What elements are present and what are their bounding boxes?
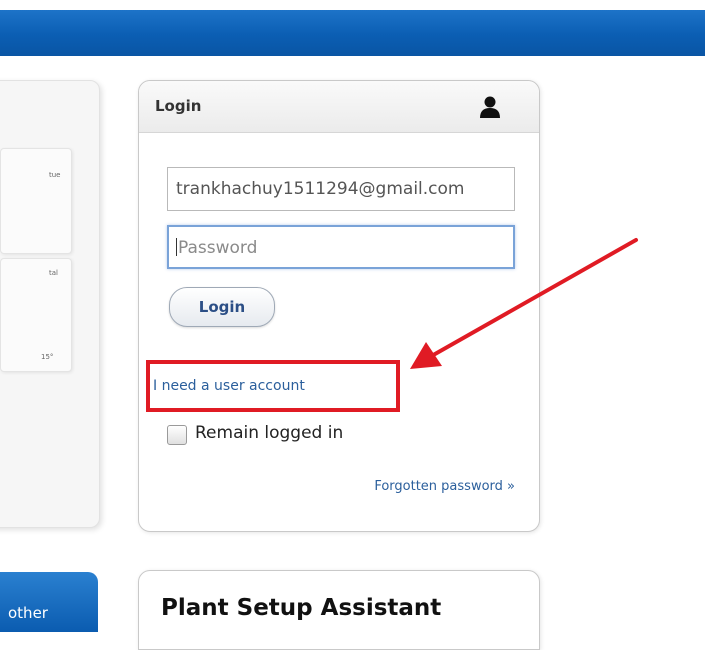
remain-logged-in-label[interactable]: Remain logged in (195, 423, 343, 443)
top-header-bar (0, 0, 705, 62)
email-field[interactable]: trankhachuy1511294@gmail.com (167, 167, 515, 211)
email-field-value: trankhachuy1511294@gmail.com (176, 179, 465, 199)
login-panel-header: Login (139, 81, 539, 133)
other-button[interactable]: other (0, 572, 98, 632)
login-button[interactable]: Login (169, 287, 275, 327)
text-caret (176, 238, 177, 256)
left-card-label: tal (49, 269, 58, 277)
other-button-label: other (8, 604, 48, 622)
left-panel-card[interactable]: tal 15° (0, 258, 72, 372)
header-blue-strip (0, 10, 705, 56)
password-placeholder: Password (178, 238, 258, 258)
annotation-highlight-box (146, 360, 400, 412)
annotation-arrow-icon (410, 238, 638, 369)
left-card-label: tue (49, 171, 61, 179)
left-panel-card[interactable]: tue (0, 148, 72, 254)
remain-logged-in-checkbox[interactable] (167, 425, 187, 445)
login-title: Login (155, 97, 202, 115)
forgotten-password-link[interactable]: Forgotten password » (374, 479, 515, 494)
plant-setup-title: Plant Setup Assistant (161, 595, 442, 621)
user-icon (480, 96, 500, 118)
plant-setup-panel: Plant Setup Assistant (138, 570, 540, 650)
left-card-footer: 15° (41, 353, 54, 361)
